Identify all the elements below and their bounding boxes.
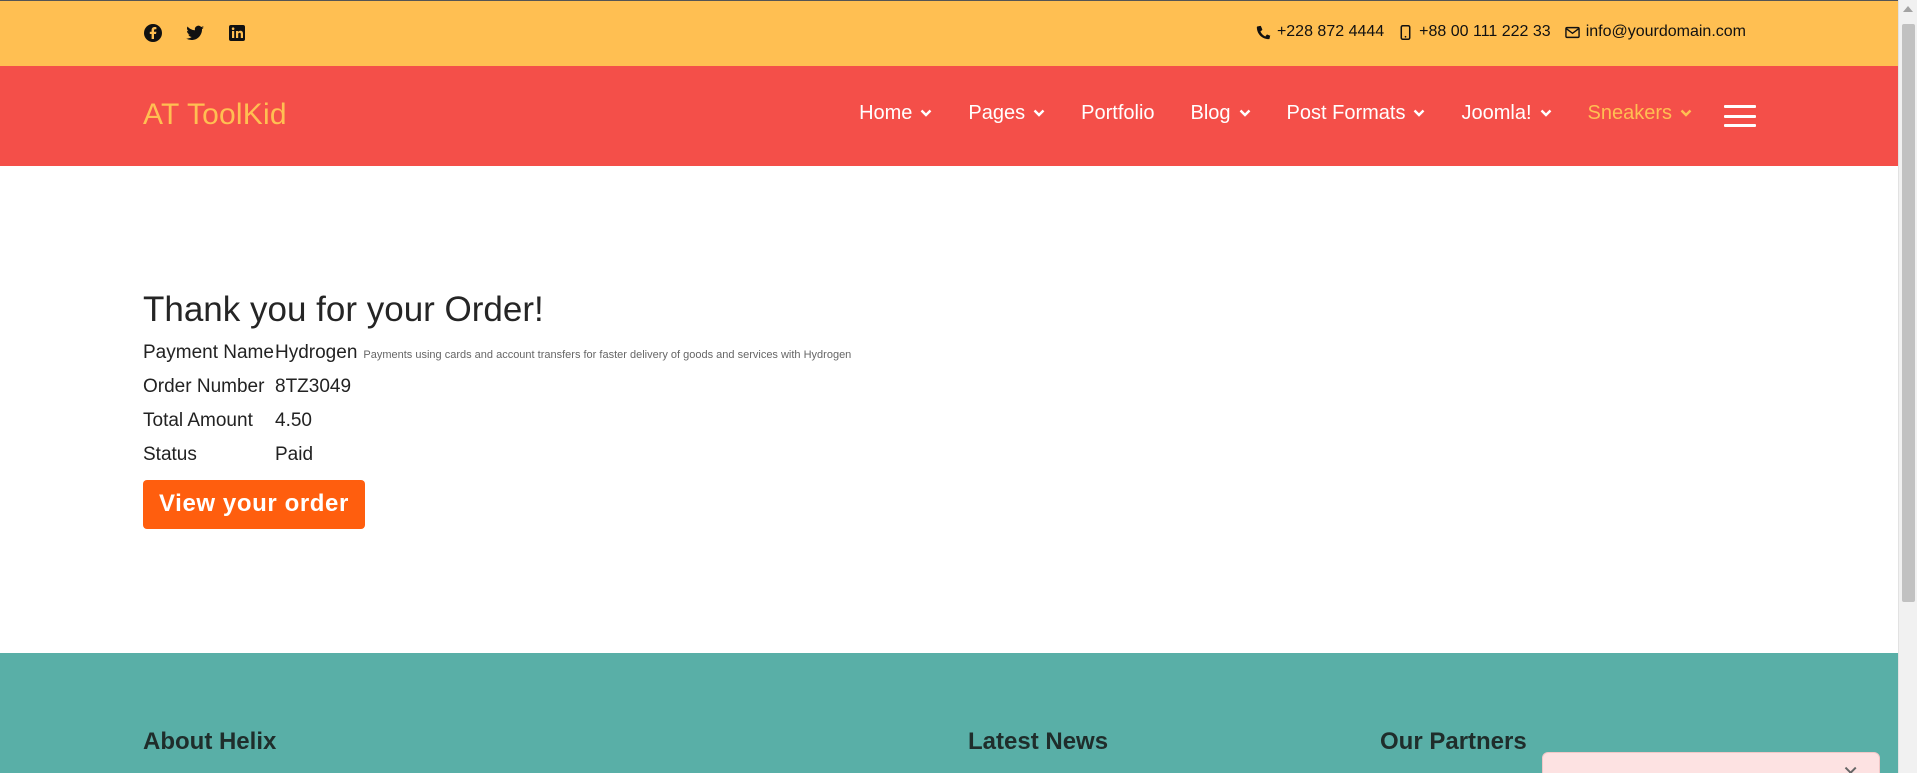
payment-row: Payment Name Hydrogen Payments using car…	[143, 342, 851, 376]
status-row: Status Paid	[143, 444, 851, 478]
hamburger-line	[1724, 114, 1756, 118]
notification-toast[interactable]: ✕	[1542, 752, 1880, 773]
chevron-down-icon	[1033, 109, 1045, 117]
menu-item-portfolio[interactable]: Portfolio	[1081, 102, 1154, 125]
chevron-down-icon	[1540, 109, 1551, 117]
twitter-icon[interactable]	[185, 23, 205, 43]
mobile-contact[interactable]: +88 00 111 222 33	[1398, 23, 1551, 41]
order-number-value: 8TZ3049	[275, 376, 352, 397]
top-bar: +228 872 4444 +88 00 111 222 33 info@you…	[0, 0, 1898, 66]
scroll-up-arrow-icon[interactable]	[1903, 6, 1913, 12]
contact-info: +228 872 4444 +88 00 111 222 33 info@you…	[1256, 23, 1746, 41]
mobile-number: +88 00 111 222 33	[1419, 23, 1551, 40]
menu-item-sneakers[interactable]: Sneakers	[1588, 102, 1693, 125]
menu-item-label: Pages	[968, 102, 1026, 124]
facebook-icon[interactable]	[143, 23, 163, 43]
offcanvas-menu-icon[interactable]	[1724, 105, 1756, 127]
chevron-down-icon	[921, 109, 932, 117]
menu-item-label: Blog	[1190, 102, 1231, 124]
site-logo[interactable]: AT ToolKid	[143, 98, 287, 132]
main-header: AT ToolKid Home Pages Portfolio Blog Pos…	[0, 66, 1898, 166]
email-contact[interactable]: info@yourdomain.com	[1564, 23, 1746, 41]
menu-item-label: Home	[859, 102, 913, 124]
envelope-icon	[1564, 25, 1580, 40]
footer-heading-partners: Our Partners	[1380, 728, 1527, 755]
page-scrollbar[interactable]	[1898, 0, 1917, 773]
status-value: Paid	[275, 444, 314, 465]
phone-number: +228 872 4444	[1276, 23, 1385, 40]
payment-value: Hydrogen	[275, 342, 358, 363]
social-links	[143, 23, 247, 43]
mobile-icon	[1398, 24, 1413, 40]
email-address: info@yourdomain.com	[1585, 23, 1746, 40]
chevron-down-icon	[1239, 109, 1250, 117]
menu-item-label: Sneakers	[1587, 102, 1673, 124]
payment-label: Payment Name	[143, 342, 274, 363]
close-icon[interactable]: ✕	[1842, 761, 1859, 773]
hamburger-line	[1724, 105, 1756, 108]
view-order-button[interactable]: View your order	[143, 480, 365, 529]
page: +228 872 4444 +88 00 111 222 33 info@you…	[0, 0, 1898, 773]
menu-item-label: Portfolio	[1081, 102, 1155, 124]
status-label: Status	[143, 444, 197, 465]
scrollbar-thumb[interactable]	[1902, 24, 1915, 602]
menu-item-home[interactable]: Home	[859, 102, 932, 125]
menu-item-pages[interactable]: Pages	[968, 102, 1045, 125]
order-number-label: Order Number	[143, 376, 265, 397]
menu-item-label: Post Formats	[1286, 102, 1406, 124]
total-amount-value: 4.50	[275, 410, 312, 431]
main-menu: Home Pages Portfolio Blog Post Formats J…	[859, 102, 1692, 125]
menu-item-blog[interactable]: Blog	[1191, 102, 1251, 125]
payment-description: Payments using cards and account transfe…	[363, 349, 852, 361]
chevron-down-icon	[1414, 109, 1425, 117]
order-number-row: Order Number 8TZ3049	[143, 376, 851, 410]
chevron-down-icon	[1680, 109, 1692, 117]
page-title: Thank you for your Order!	[143, 290, 544, 329]
linkedin-icon[interactable]	[227, 23, 247, 43]
order-confirmation: Thank you for your Order! Payment Name H…	[143, 290, 851, 529]
hamburger-line	[1724, 124, 1756, 127]
menu-item-joomla[interactable]: Joomla!	[1461, 102, 1551, 125]
footer-heading-news: Latest News	[968, 728, 1109, 755]
menu-item-post-formats[interactable]: Post Formats	[1287, 102, 1426, 125]
phone-contact[interactable]: +228 872 4444	[1256, 23, 1384, 41]
total-amount-row: Total Amount 4.50	[143, 410, 851, 444]
menu-item-label: Joomla!	[1461, 102, 1532, 124]
total-amount-label: Total Amount	[143, 410, 253, 431]
phone-icon	[1256, 25, 1271, 40]
footer-heading-about: About Helix	[143, 728, 277, 755]
